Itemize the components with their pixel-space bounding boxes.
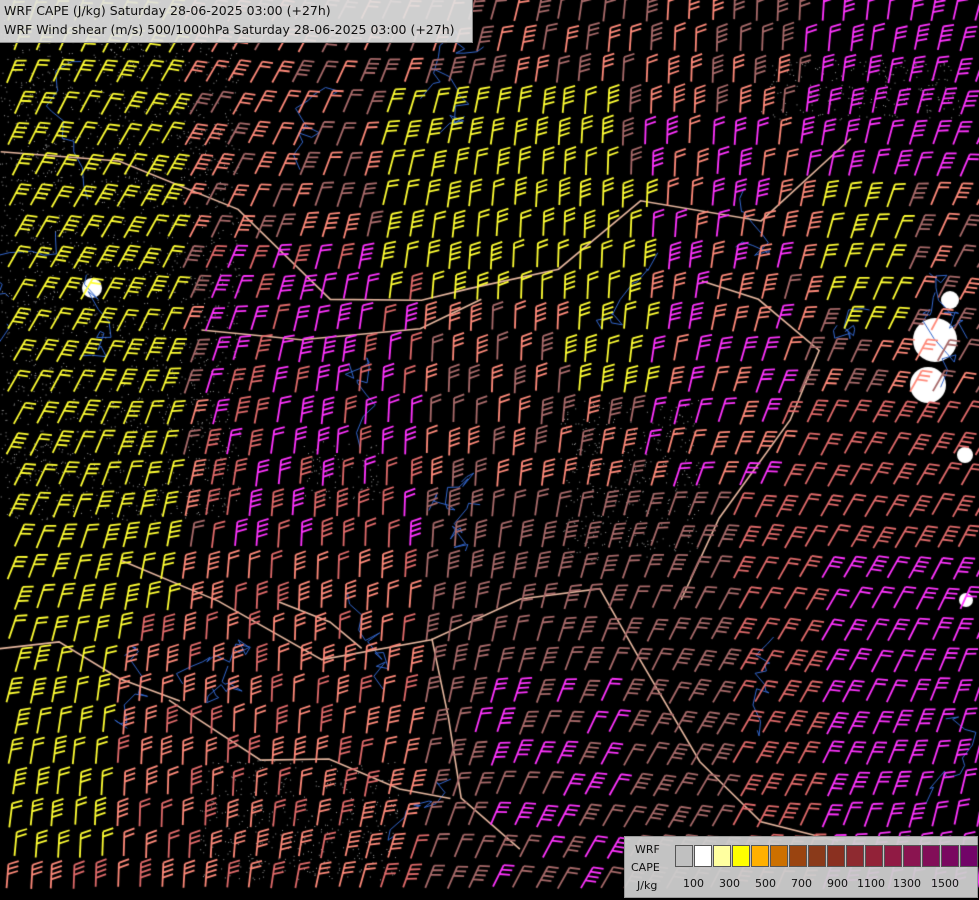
legend-unit-label: J/kg [637,879,658,892]
legend-tick: 1300 [893,877,921,890]
legend-swatch [694,845,712,867]
legend-swatch [770,845,788,867]
legend-swatch [675,845,693,867]
legend-tick: 1500 [931,877,959,890]
cape-title: WRF CAPE (J/kg) Saturday 28-06-2025 03:0… [4,3,331,18]
legend-swatch [751,845,769,867]
legend-swatch [884,845,902,867]
legend-variable-label: CAPE [631,861,660,874]
legend-tick: 500 [755,877,776,890]
legend-model-label: WRF [635,843,660,856]
wind-shear-title: WRF Wind shear (m/s) 500/1000hPa Saturda… [4,22,455,37]
legend-swatch [960,845,978,867]
legend-swatch [827,845,845,867]
legend-tick: 700 [791,877,812,890]
legend-tick: 900 [827,877,848,890]
legend-swatch [789,845,807,867]
wind-shear-cape-map [0,0,979,900]
legend-tick: 1100 [857,877,885,890]
legend-tick: 300 [719,877,740,890]
legend-swatch [732,845,750,867]
legend-swatch [941,845,959,867]
legend-tick: 100 [683,877,704,890]
legend-swatch [846,845,864,867]
cape-legend: WRF CAPE J/kg 100 300 500 700 900 1100 1… [624,836,978,898]
map-title-box: WRF CAPE (J/kg) Saturday 28-06-2025 03:0… [0,0,473,43]
legend-swatch [713,845,731,867]
legend-swatch [808,845,826,867]
legend-color-scale [675,845,979,867]
legend-swatch [922,845,940,867]
legend-swatch [865,845,883,867]
legend-swatch [903,845,921,867]
